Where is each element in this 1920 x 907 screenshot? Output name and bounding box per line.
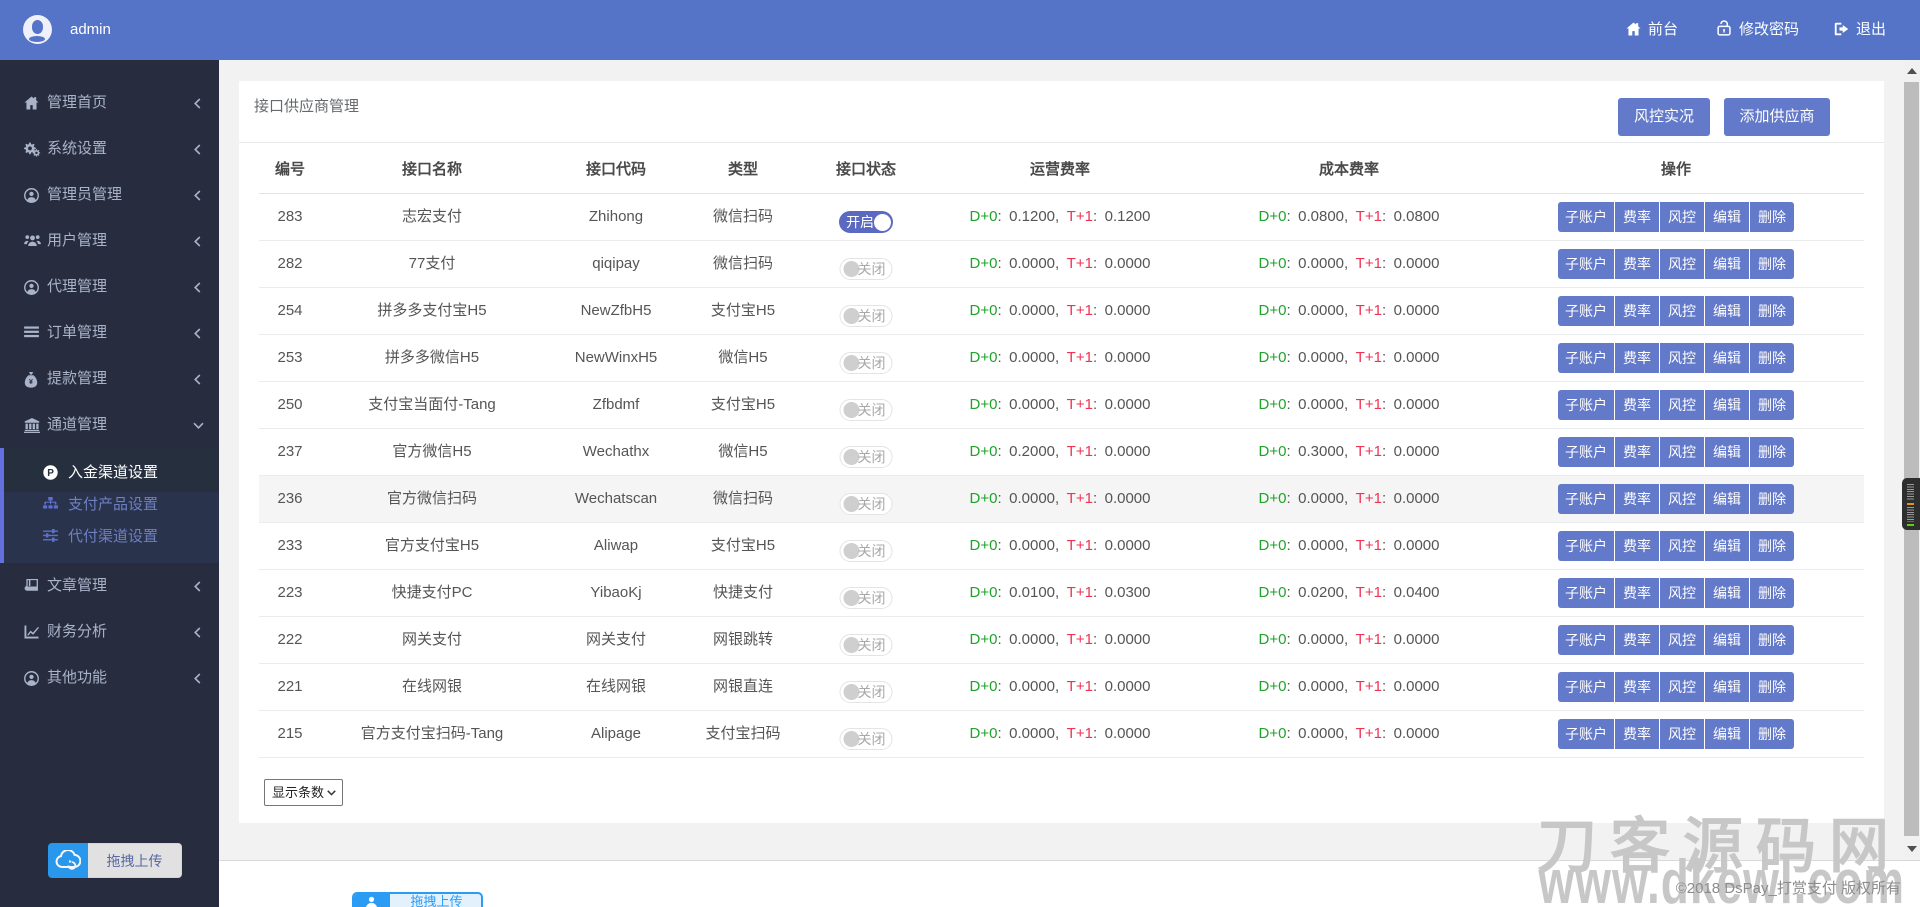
- svg-text:¥: ¥: [29, 379, 33, 386]
- svg-text:P: P: [47, 468, 54, 479]
